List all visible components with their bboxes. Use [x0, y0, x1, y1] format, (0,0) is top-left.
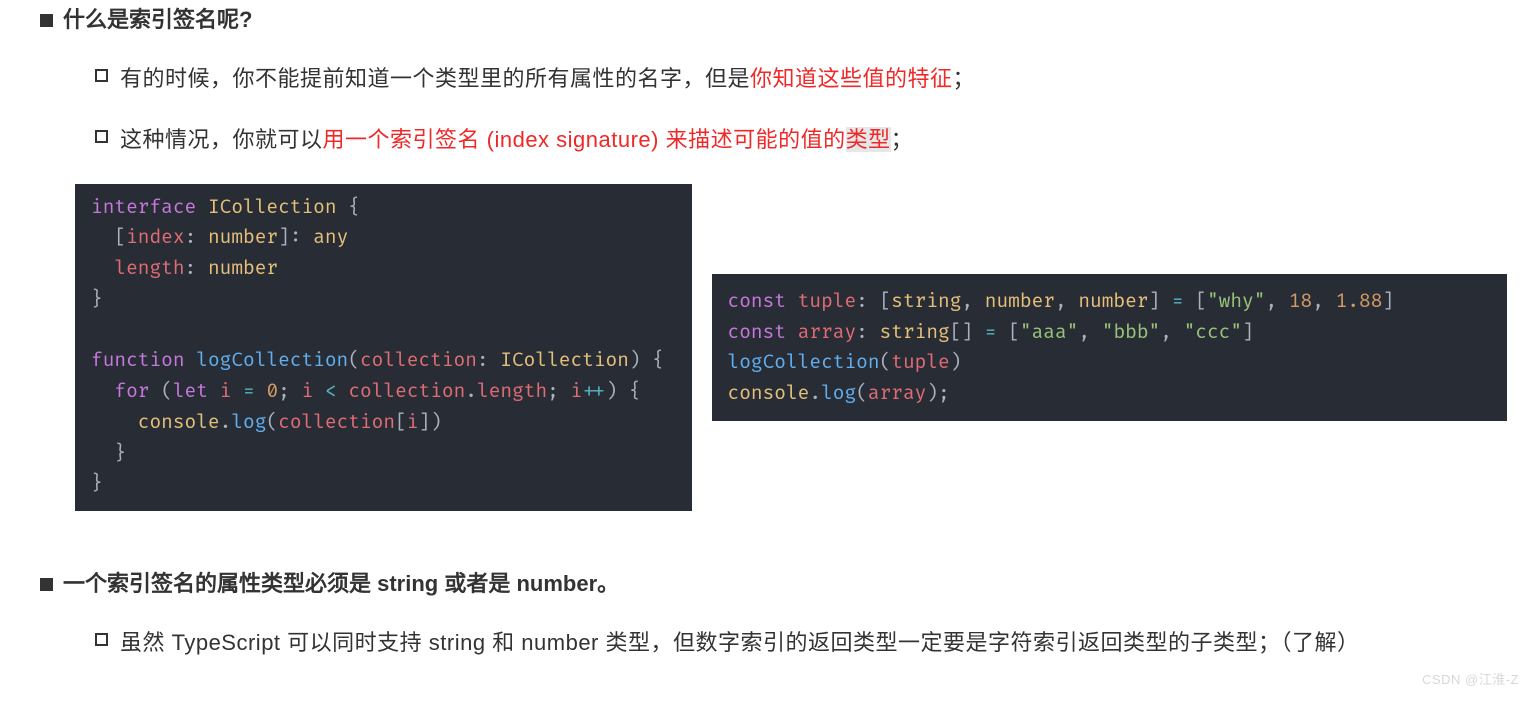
- list-item: 虽然 TypeScript 可以同时支持 string 和 number 类型，…: [95, 625, 1507, 660]
- section-1: 什么是索引签名呢? 有的时候，你不能提前知道一个类型里的所有属性的名字，但是你知…: [40, 2, 1507, 158]
- section-1-list: 有的时候，你不能提前知道一个类型里的所有属性的名字，但是你知道这些值的特征； 这…: [95, 61, 1507, 157]
- section-2-heading: 一个索引签名的属性类型必须是 string 或者是 number。: [40, 566, 1507, 601]
- list-item-text: 有的时候，你不能提前知道一个类型里的所有属性的名字，但是你知道这些值的特征；: [120, 61, 975, 96]
- code-row: interface ICollection { [index: number]:…: [75, 184, 1507, 512]
- bullet-square-hollow-icon: [95, 69, 108, 82]
- bullet-square-hollow-icon: [95, 633, 108, 646]
- watermark: CSDN @江淮-Z: [1422, 669, 1519, 688]
- code-block-left: interface ICollection { [index: number]:…: [75, 184, 692, 512]
- list-item: 有的时候，你不能提前知道一个类型里的所有属性的名字，但是你知道这些值的特征；: [95, 61, 1507, 96]
- bullet-square-hollow-icon: [95, 130, 108, 143]
- section-2-list: 虽然 TypeScript 可以同时支持 string 和 number 类型，…: [95, 625, 1507, 660]
- section-1-heading: 什么是索引签名呢?: [40, 2, 1507, 37]
- section-2: 一个索引签名的属性类型必须是 string 或者是 number。 虽然 Typ…: [40, 566, 1507, 660]
- list-item: 这种情况，你就可以用一个索引签名 (index signature) 来描述可能…: [95, 122, 1507, 157]
- list-item-text: 虽然 TypeScript 可以同时支持 string 和 number 类型，…: [120, 625, 1360, 660]
- article-content: 什么是索引签名呢? 有的时候，你不能提前知道一个类型里的所有属性的名字，但是你知…: [0, 2, 1527, 707]
- bullet-square-solid-icon: [40, 14, 53, 27]
- code-block-right: const tuple: [string, number, number] = …: [712, 274, 1507, 421]
- heading-text: 一个索引签名的属性类型必须是 string 或者是 number。: [63, 566, 619, 601]
- list-item-text: 这种情况，你就可以用一个索引签名 (index signature) 来描述可能…: [120, 122, 913, 157]
- heading-text: 什么是索引签名呢?: [63, 2, 252, 37]
- bullet-square-solid-icon: [40, 578, 53, 591]
